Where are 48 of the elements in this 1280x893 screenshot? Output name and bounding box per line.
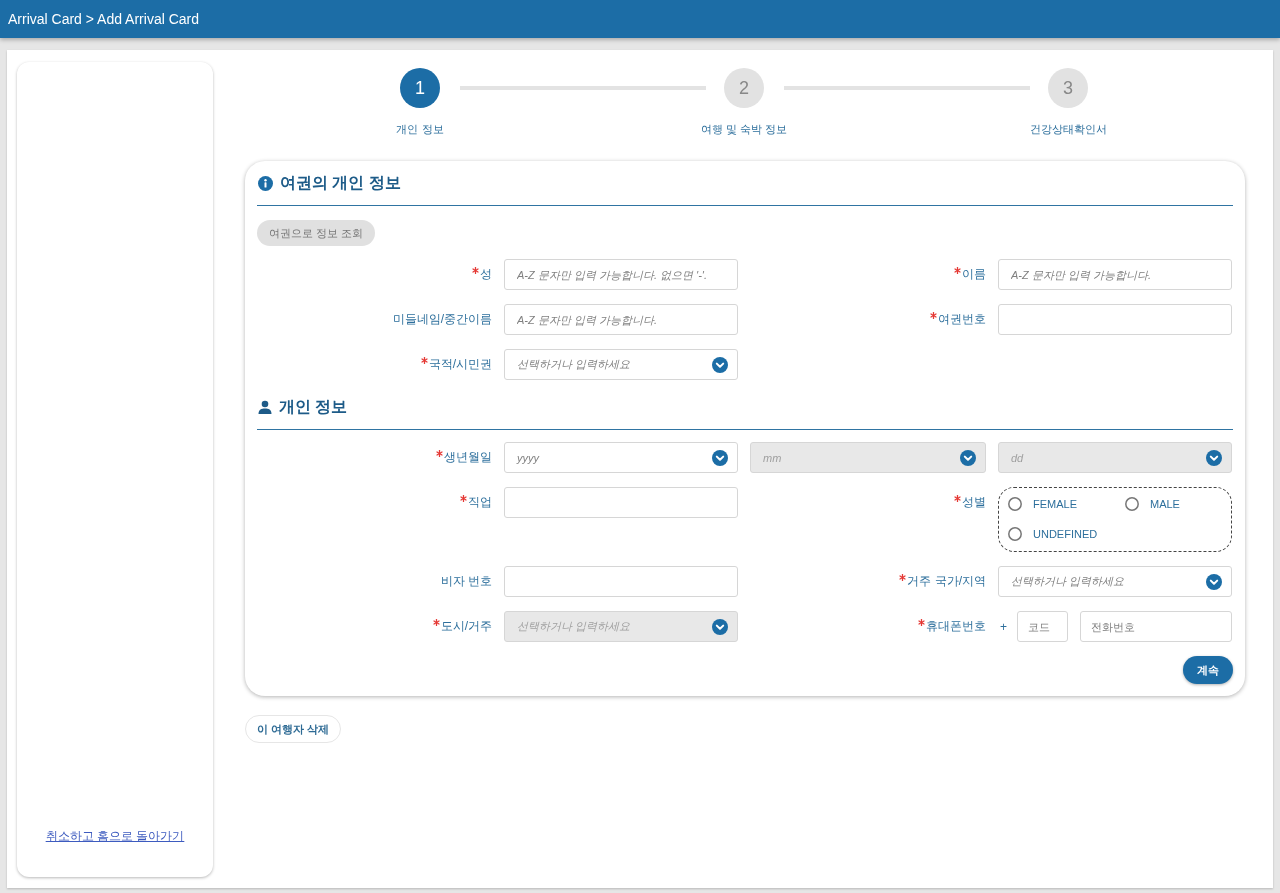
field-label: 미들네임/중간이름 bbox=[392, 311, 492, 328]
section-title: 개인 정보 bbox=[279, 396, 348, 417]
field-label: 국적/시민권 bbox=[428, 356, 492, 373]
field-label: 여권번호 bbox=[938, 311, 986, 328]
phone-prefix: + bbox=[999, 619, 1008, 634]
text-input[interactable] bbox=[504, 566, 738, 597]
country-code-input[interactable]: 코드 bbox=[1017, 611, 1068, 642]
step-circle: 1 bbox=[400, 68, 440, 108]
info-icon bbox=[258, 175, 273, 191]
breadcrumb: Arrival Card > Add Arrival Card bbox=[8, 11, 200, 27]
select-field[interactable]: 선택하거나 입력하세요 bbox=[998, 566, 1232, 597]
chevron-down-icon[interactable] bbox=[712, 356, 728, 373]
step-circle: 3 bbox=[1048, 68, 1088, 108]
field-label: 직업 bbox=[468, 494, 492, 511]
lookup-button[interactable]: 여권으로 정보 조회 bbox=[257, 220, 376, 246]
field-label: 거주 국가/지역 bbox=[907, 573, 986, 590]
field-label: 이름 bbox=[962, 266, 986, 283]
chevron-down-icon[interactable] bbox=[712, 449, 728, 466]
phone-number-input[interactable]: 전화번호 bbox=[1080, 611, 1232, 642]
radio-option[interactable]: UNDEFINED bbox=[1008, 519, 1098, 549]
field-label: 생년월일 bbox=[444, 449, 492, 466]
radio-circle-icon[interactable] bbox=[1008, 497, 1022, 511]
radio-circle-icon[interactable] bbox=[1125, 497, 1139, 511]
radio-option[interactable]: MALE bbox=[1125, 489, 1180, 519]
continue-button[interactable]: 계속 bbox=[1183, 656, 1233, 684]
select-field[interactable]: 선택하거나 입력하세요 bbox=[504, 349, 738, 380]
text-input[interactable]: A-Z 문자만 입력 가능합니다. bbox=[504, 304, 738, 335]
person-icon bbox=[258, 400, 272, 414]
field-label: 비자 번호 bbox=[440, 573, 492, 590]
step-label: 여행 및 숙박 정보 bbox=[700, 122, 788, 137]
chevron-down-icon[interactable] bbox=[1206, 573, 1222, 590]
field-label: 성 bbox=[480, 266, 492, 283]
radio-circle-icon[interactable] bbox=[1008, 527, 1022, 541]
field-label: 휴대폰번호 bbox=[926, 618, 986, 635]
radio-option[interactable]: FEMALE bbox=[1008, 489, 1077, 519]
field-label: 도시/거주 bbox=[440, 618, 492, 635]
select-field[interactable]: yyyy bbox=[504, 442, 738, 473]
cancel-link[interactable]: 취소하고 홈으로 돌아가기 bbox=[45, 828, 185, 845]
section-title: 여권의 개인 정보 bbox=[280, 172, 401, 193]
text-input[interactable]: A-Z 문자만 입력 가능합니다. bbox=[998, 259, 1232, 290]
step-circle: 2 bbox=[724, 68, 764, 108]
text-input[interactable] bbox=[504, 487, 738, 518]
text-input[interactable] bbox=[998, 304, 1232, 335]
delete-traveler-button[interactable]: 이 여행자 삭제 bbox=[245, 715, 342, 743]
step-label: 건강상태확인서 bbox=[1029, 122, 1107, 137]
step-label: 개인 정보 bbox=[396, 122, 444, 137]
field-label: 성별 bbox=[962, 494, 986, 511]
text-input[interactable]: A-Z 문자만 입력 가능합니다. 없으면 '-'. bbox=[504, 259, 738, 290]
